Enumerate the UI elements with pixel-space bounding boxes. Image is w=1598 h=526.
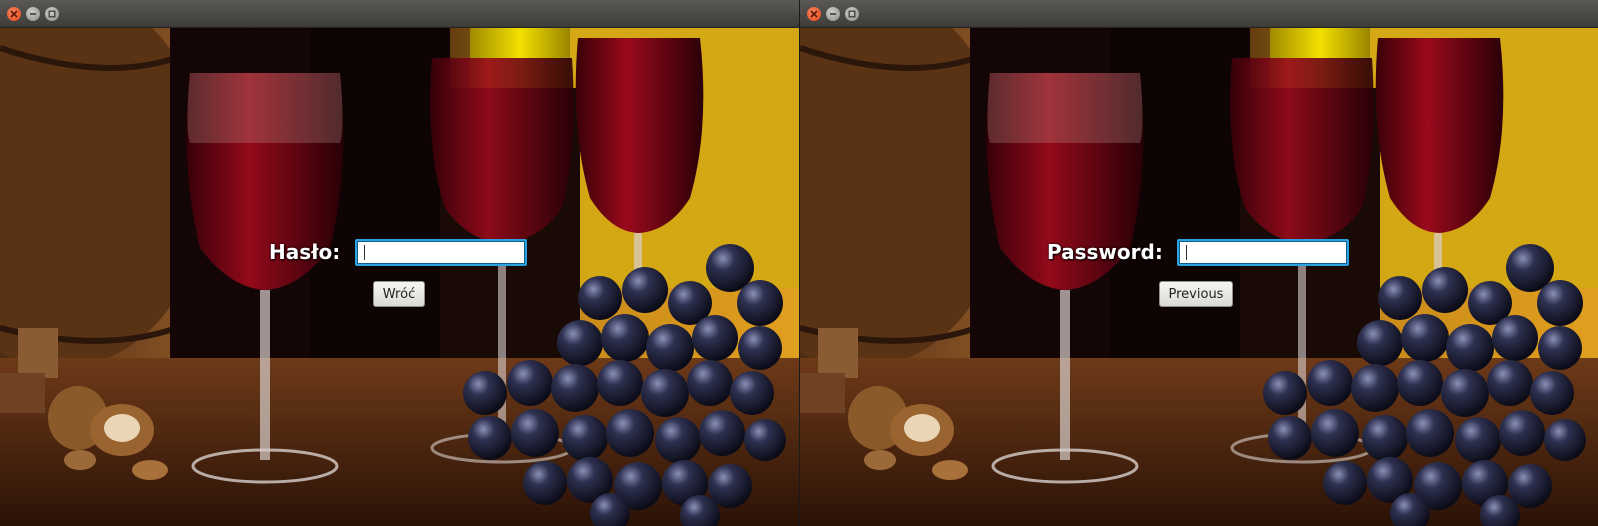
login-window-polish: Hasło: Wróć: [0, 0, 799, 526]
wine-background-image: Password: Previous: [800, 28, 1598, 526]
minimize-icon: [30, 13, 36, 15]
close-button[interactable]: [7, 7, 21, 21]
wine-still-life-illustration: [0, 28, 799, 526]
maximize-button[interactable]: [45, 7, 59, 21]
close-button[interactable]: [807, 7, 821, 21]
text-caret: [364, 245, 365, 260]
title-bar[interactable]: [0, 0, 799, 28]
desktop: Hasło: Wróć Password: Previous: [0, 0, 1598, 526]
minimize-button[interactable]: [826, 7, 840, 21]
password-input[interactable]: [355, 239, 527, 266]
minimize-button[interactable]: [26, 7, 40, 21]
maximize-icon: [848, 10, 856, 18]
previous-button[interactable]: Previous: [1159, 281, 1233, 307]
minimize-icon: [830, 13, 836, 15]
wine-background-image: Hasło: Wróć: [0, 28, 799, 526]
title-bar[interactable]: [800, 0, 1598, 28]
login-window-english: Password: Previous: [799, 0, 1598, 526]
password-label: Hasło:: [269, 240, 341, 264]
maximize-icon: [48, 10, 56, 18]
maximize-button[interactable]: [845, 7, 859, 21]
close-icon: [10, 10, 18, 18]
password-input[interactable]: [1177, 239, 1349, 266]
text-caret: [1186, 245, 1187, 260]
wine-still-life-illustration: [800, 28, 1598, 526]
password-label: Password:: [1047, 240, 1163, 264]
close-icon: [810, 10, 818, 18]
back-button[interactable]: Wróć: [373, 281, 425, 307]
